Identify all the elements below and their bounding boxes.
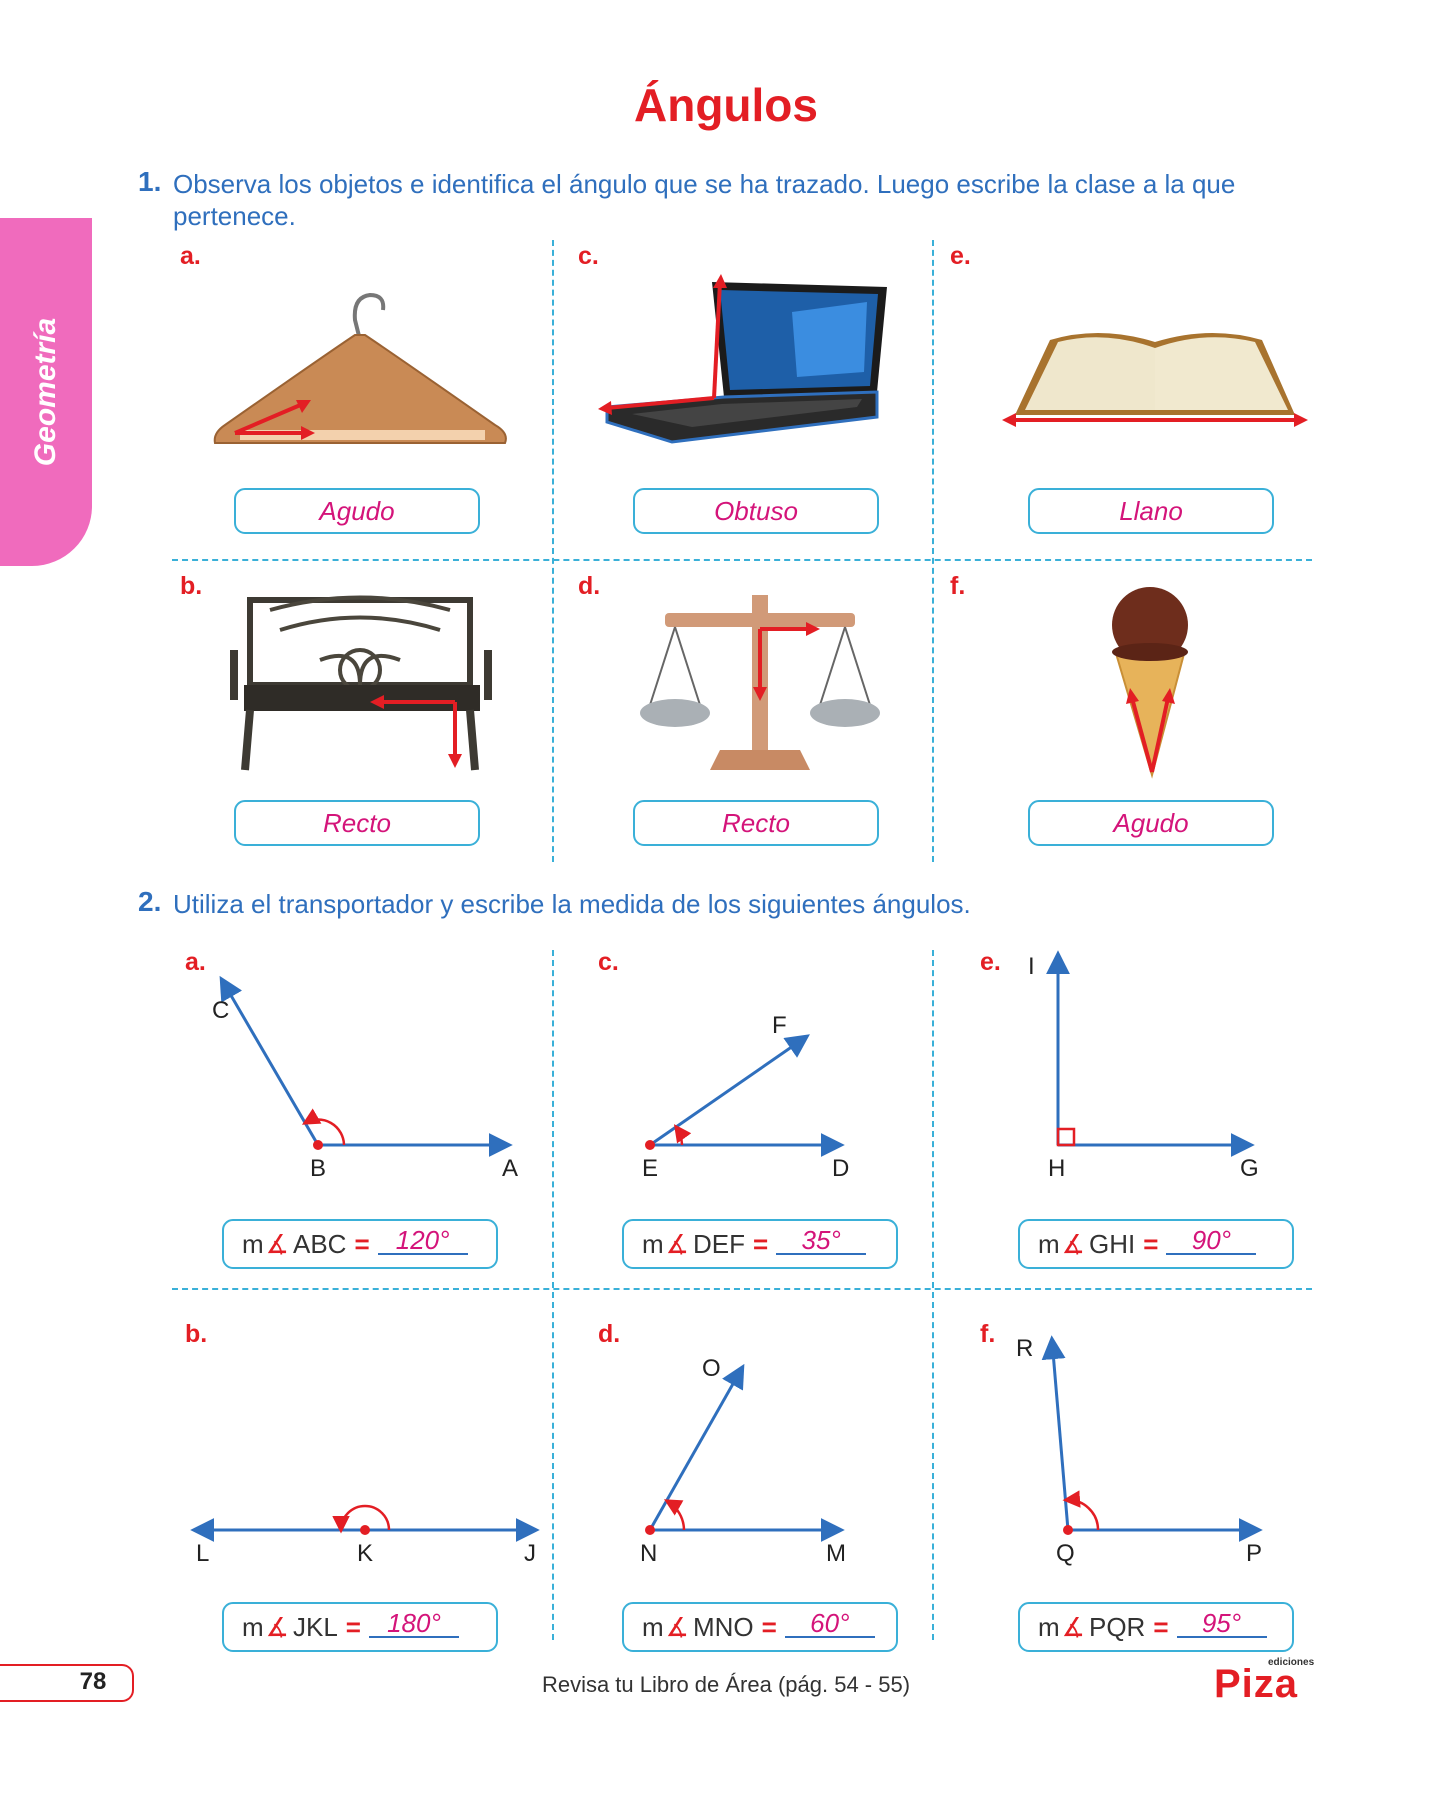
measure-def-input[interactable]: 35° xyxy=(776,1227,867,1255)
measure-mno-input[interactable]: 60° xyxy=(784,1610,875,1638)
ray-qr xyxy=(1041,1335,1070,1531)
ray-ef xyxy=(649,1034,810,1147)
label-i: I xyxy=(1028,953,1035,980)
vertex-b xyxy=(313,1140,323,1150)
arc-mno xyxy=(663,1499,686,1531)
vertex-e xyxy=(645,1140,655,1150)
ray-bc xyxy=(219,975,320,1146)
label-e: E xyxy=(642,1155,659,1182)
angle-symbol-icon: ∡ xyxy=(1061,1611,1085,1642)
label-m: M xyxy=(826,1540,846,1567)
measure-abc-input[interactable]: 120° xyxy=(377,1227,468,1255)
vertex-n xyxy=(645,1525,655,1535)
label-f: F xyxy=(772,1012,787,1039)
measure-jkl: m ∡ JKL = 180° xyxy=(222,1602,498,1652)
label-h: H xyxy=(1048,1155,1066,1182)
angle-symbol-icon: ∡ xyxy=(265,1611,289,1642)
measure-mno: m ∡ MNO = 60° xyxy=(622,1602,898,1652)
label-j: J xyxy=(524,1540,536,1567)
measure-pqr-input[interactable]: 95° xyxy=(1176,1610,1267,1638)
measure-abc: m ∡ ABC = 120° xyxy=(222,1219,498,1269)
vertex-k xyxy=(360,1525,370,1535)
label-c: C xyxy=(212,997,230,1024)
angle-symbol-icon: ∡ xyxy=(665,1228,689,1259)
label-l: L xyxy=(196,1540,210,1567)
label-o: O xyxy=(702,1355,721,1382)
label-d: D xyxy=(832,1155,850,1182)
measure-ghi: m ∡ GHI = 90° xyxy=(1018,1219,1294,1269)
measure-def: m ∡ DEF = 35° xyxy=(622,1219,898,1269)
angle-symbol-icon: ∡ xyxy=(665,1611,689,1642)
measure-ghi-input[interactable]: 90° xyxy=(1166,1227,1257,1255)
arc-pqr xyxy=(1062,1490,1100,1531)
label-n: N xyxy=(640,1540,658,1567)
label-q: Q xyxy=(1056,1540,1075,1567)
label-r: R xyxy=(1016,1335,1034,1362)
angle-symbol-icon: ∡ xyxy=(265,1228,289,1259)
label-a: A xyxy=(502,1155,519,1182)
right-angle-mark-ghi xyxy=(1056,1127,1076,1147)
brand-logo: Piza xyxy=(1214,1662,1299,1706)
measure-pqr: m ∡ PQR = 95° xyxy=(1018,1602,1294,1652)
ray-no xyxy=(648,1363,745,1531)
label-k: K xyxy=(357,1540,374,1567)
vertex-q xyxy=(1063,1525,1073,1535)
label-g: G xyxy=(1240,1155,1259,1182)
label-b: B xyxy=(310,1155,327,1182)
angle-symbol-icon: ∡ xyxy=(1061,1228,1085,1259)
arc-def xyxy=(673,1124,692,1146)
measure-jkl-input[interactable]: 180° xyxy=(368,1610,459,1638)
angles-diagram xyxy=(190,950,1263,1542)
label-p: P xyxy=(1246,1540,1263,1567)
